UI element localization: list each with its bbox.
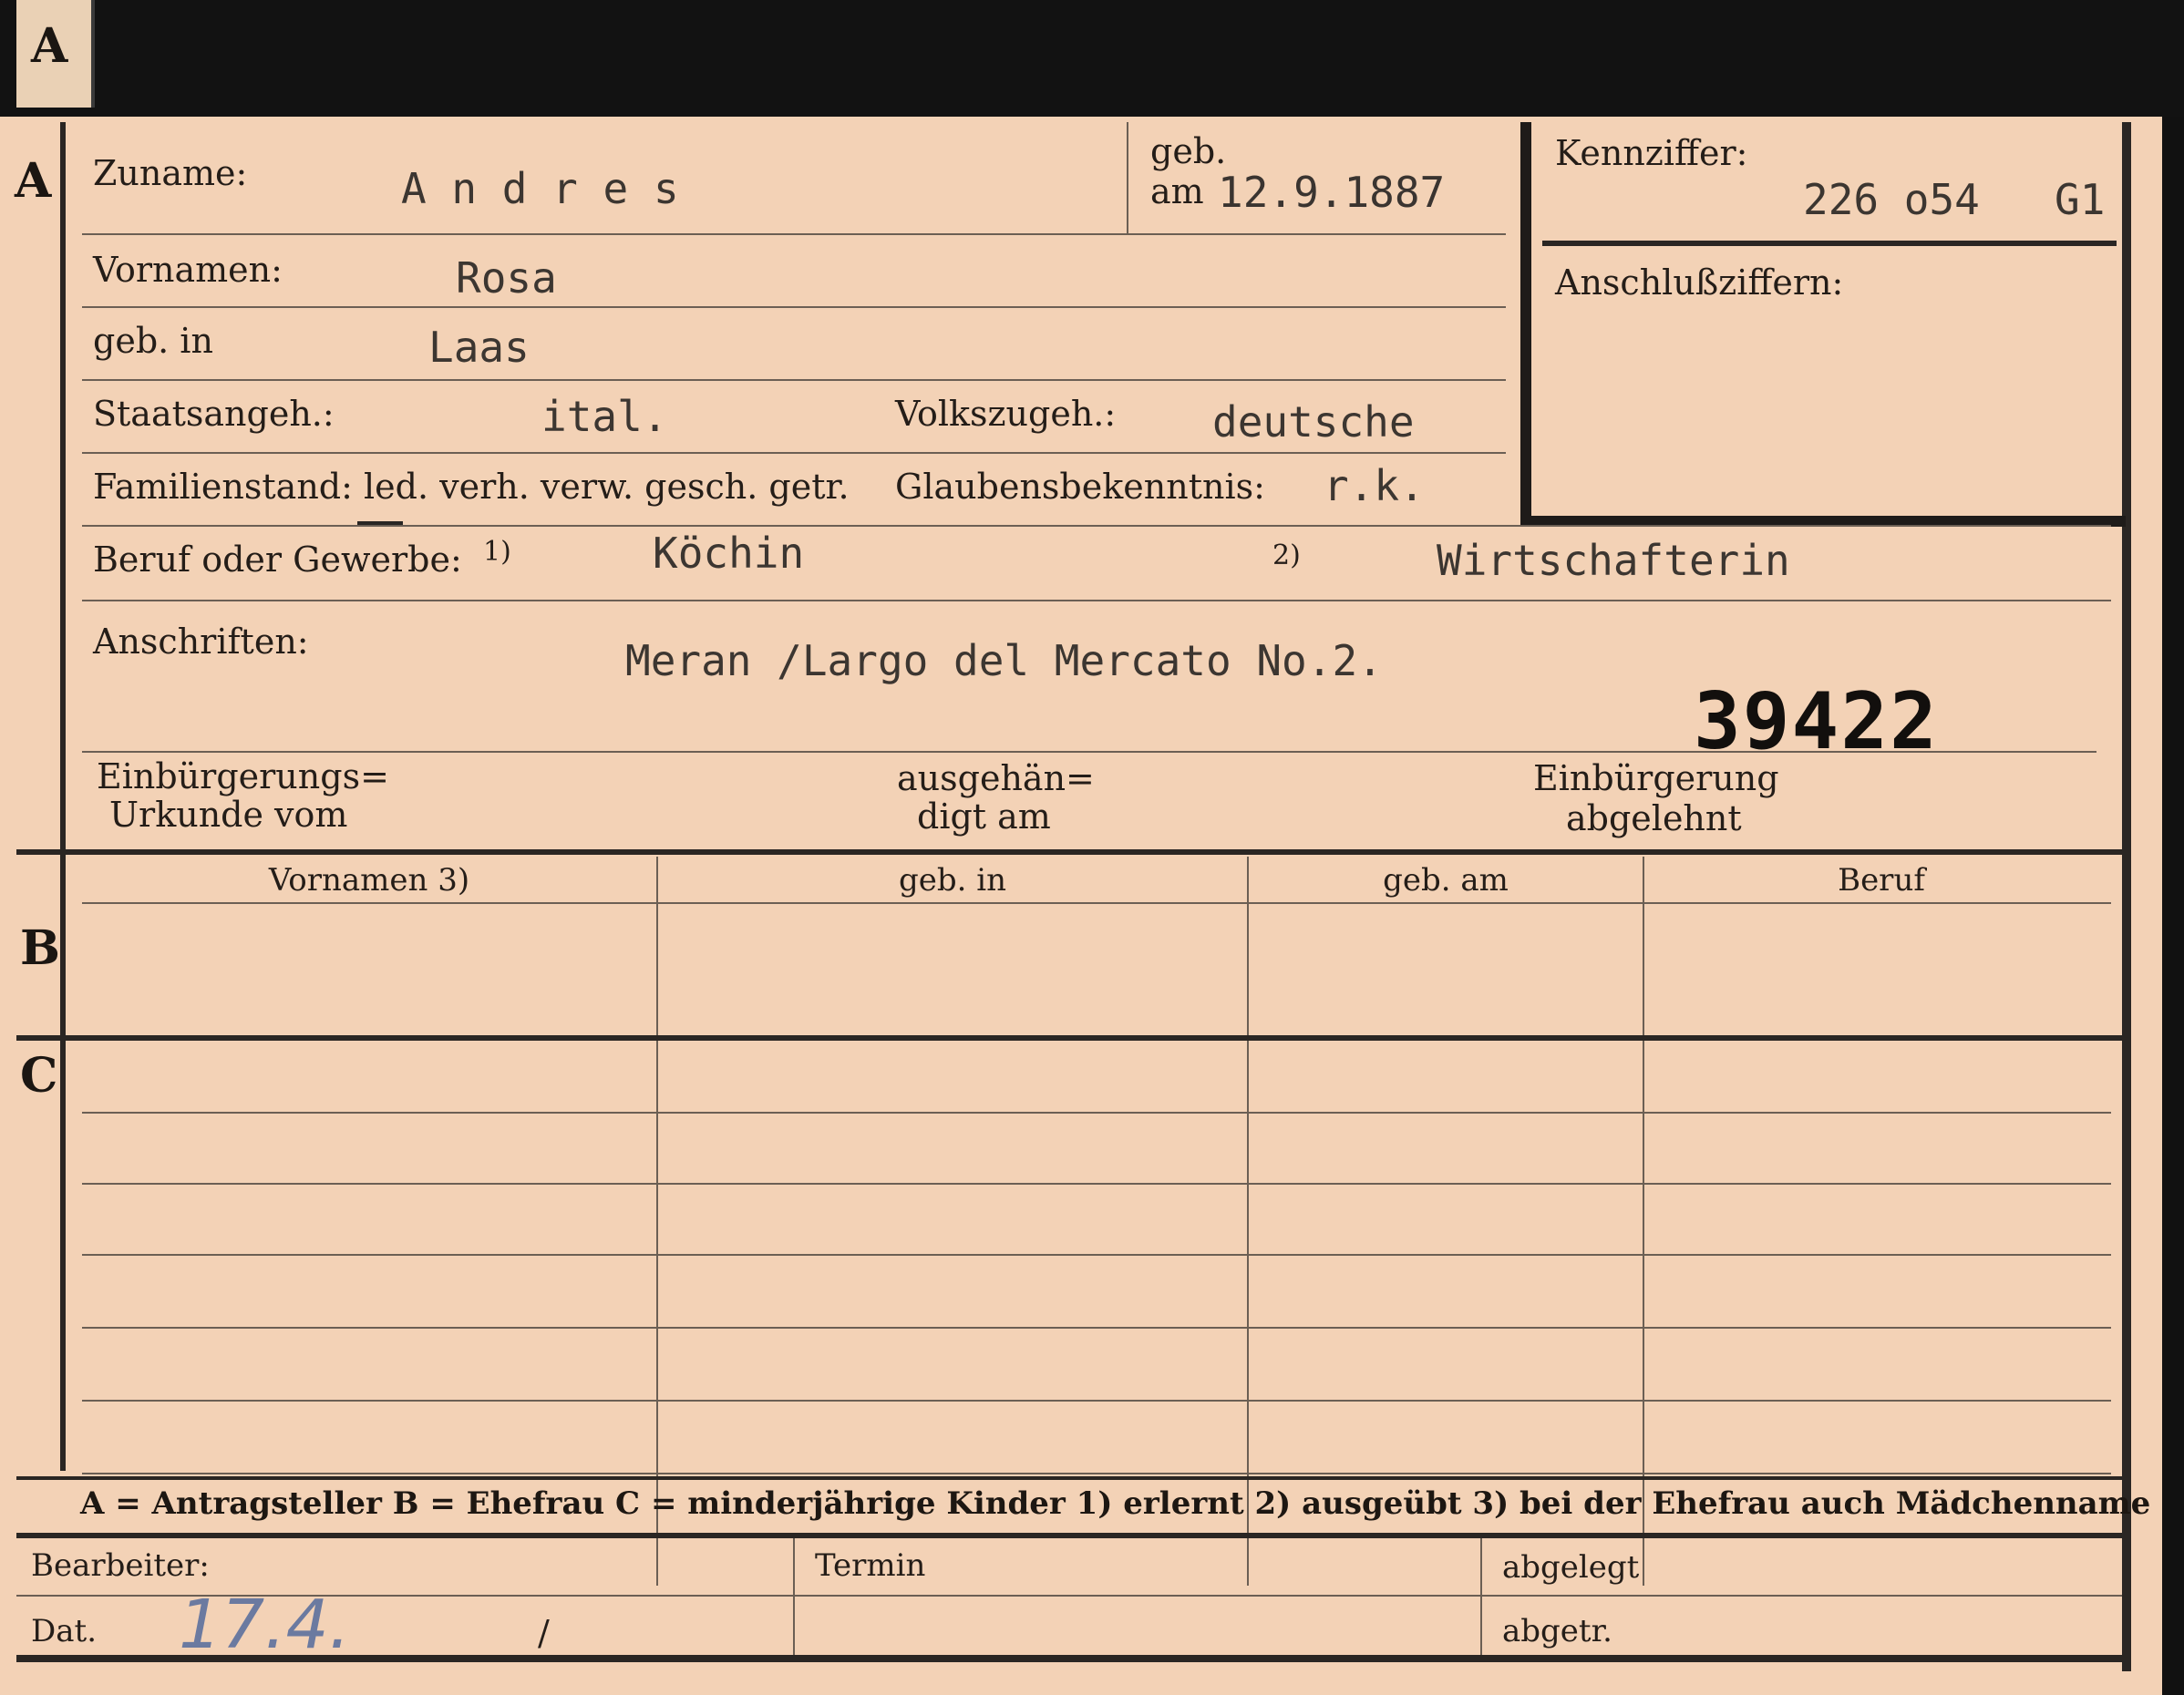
- born-on-label: am: [1150, 171, 1204, 211]
- kennziffer-label: Kennziffer:: [1555, 133, 1748, 173]
- rule: [82, 1400, 2111, 1402]
- legend-top-rule: [16, 1476, 2127, 1480]
- surname-value: A n d r e s: [401, 164, 679, 213]
- editor-label: Bearbeiter:: [31, 1547, 210, 1584]
- legend: A = Antragsteller B = Ehefrau C = minder…: [80, 1485, 2151, 1522]
- bottom-rule: [16, 1655, 2127, 1662]
- col-birthplace: geb. in: [898, 862, 1007, 899]
- family-status-label: Familienstand: led. verh. verw. gesch. g…: [93, 467, 850, 507]
- birthplace-value: Laas: [428, 323, 530, 372]
- col-firstnames: Vornamen 3): [268, 862, 470, 899]
- ethnicity-value: deutsche: [1212, 397, 1415, 447]
- kennziffer-value: 226 o54: [1803, 175, 1980, 224]
- rule: [82, 525, 2111, 527]
- handed-label-2: digt am: [917, 796, 1051, 837]
- religion-value: r.k.: [1324, 461, 1425, 510]
- naturalization-label-1: Einbürgerungs=: [97, 756, 389, 796]
- rule: [82, 600, 2111, 601]
- rule: [82, 1112, 2111, 1114]
- section-c-rule: [16, 1035, 2127, 1041]
- religion-label: Glaubensbekenntnis:: [895, 467, 1265, 507]
- date-handwritten: 17.4.: [179, 1586, 351, 1664]
- sent-label: abgetr.: [1502, 1613, 1612, 1649]
- section-b-letter: B: [20, 920, 60, 976]
- firstnames-value: Rosa: [456, 253, 557, 303]
- footer-divider: [793, 1538, 795, 1657]
- citizenship-value: ital.: [541, 392, 668, 441]
- col-profession: Beruf: [1838, 862, 1925, 899]
- kennziffer-rule: [1542, 241, 2117, 246]
- naturalization-label-2: Urkunde vom: [109, 795, 348, 835]
- section-c-letter: C: [20, 1048, 58, 1104]
- footer-divider: [1480, 1538, 1482, 1657]
- address-value: Meran /Largo del Mercato No.2.: [625, 636, 1383, 685]
- rule: [82, 1183, 2111, 1185]
- filed-label: abgelegt: [1502, 1549, 1640, 1586]
- section-b-rule: [16, 849, 2127, 855]
- registration-card: A Zuname: A n d r e s geb. am 12.9.1887 …: [0, 117, 2162, 1695]
- profession-value-2: Wirtschafterin: [1437, 536, 1790, 585]
- divider: [1127, 122, 1128, 233]
- index-tab: A: [16, 0, 95, 108]
- section-a-letter: A: [15, 153, 52, 209]
- ethnicity-label: Volkszugeh.:: [895, 394, 1117, 434]
- date-slash: /: [538, 1613, 550, 1653]
- profession-note-1: 1): [483, 536, 511, 568]
- profession-label: Beruf oder Gewerbe:: [93, 539, 462, 580]
- rejected-label-2: abgelehnt: [1566, 798, 1742, 838]
- tab-letter: A: [31, 18, 68, 74]
- addresses-label: Anschriften:: [93, 622, 309, 662]
- rejected-label-1: Einbürgerung: [1533, 758, 1779, 798]
- col-birthdate: geb. am: [1383, 862, 1509, 899]
- rule: [82, 306, 1506, 308]
- rule: [82, 379, 1506, 381]
- date-label: Dat.: [31, 1613, 98, 1649]
- handed-label-1: ausgehän=: [897, 758, 1095, 798]
- citizenship-label: Staatsangeh.:: [93, 394, 335, 434]
- rule: [82, 902, 2111, 904]
- birthplace-label: geb. in: [93, 321, 213, 361]
- profession-note-2: 2): [1272, 539, 1301, 571]
- scan-background-top: [0, 0, 2184, 117]
- surname-label: Zuname:: [93, 153, 248, 193]
- profession-value-1: Köchin: [653, 529, 805, 578]
- rule: [82, 452, 1506, 454]
- rule: [82, 1473, 2111, 1474]
- left-rule: [60, 122, 66, 1471]
- rule: [82, 751, 2096, 753]
- rule: [82, 1327, 2111, 1329]
- legend-bottom-rule: [16, 1533, 2127, 1538]
- anschluss-label: Anschlußziffern:: [1555, 262, 1844, 303]
- stamp-number: 39422: [1694, 676, 1939, 767]
- born-on-value: 12.9.1887: [1218, 168, 1446, 217]
- rule: [82, 233, 1506, 235]
- kennziffer-suffix: G1: [2055, 175, 2106, 224]
- deadline-label: Termin: [815, 1547, 926, 1584]
- rule: [82, 1254, 2111, 1256]
- firstnames-label: Vornamen:: [93, 250, 283, 290]
- born-label: geb.: [1150, 131, 1227, 171]
